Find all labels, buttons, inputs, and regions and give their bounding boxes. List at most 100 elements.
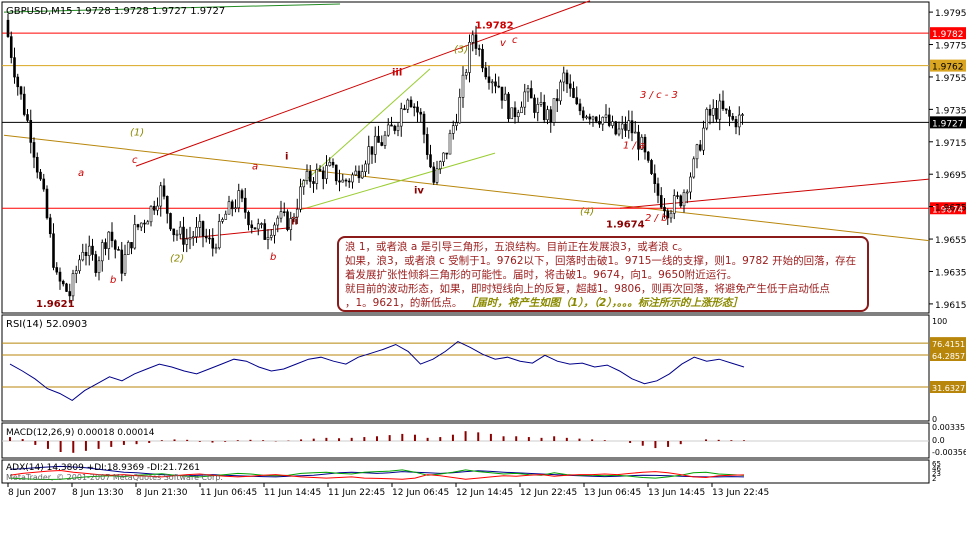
candle-body [13,57,16,78]
candle-body [117,249,120,251]
price-tick-label: 1.9695 [935,171,966,181]
wave-c-label-1: c [132,155,138,166]
note-line-5: ，1。9621，的新低点。 ［届时，将产生如图（1），（2），。。。标注所示的上… [345,296,861,310]
candle-body [419,111,423,115]
candle-body [503,93,507,101]
candle-body [403,108,406,111]
candle-body [448,133,452,155]
candle-body [35,156,39,173]
candle-body [487,76,491,83]
candle-body [22,93,26,115]
candle-body [243,197,247,213]
candle-body [321,170,325,180]
candle-body [42,178,46,190]
candle-body [253,227,257,230]
candle-body [659,195,663,208]
candle-body [611,121,614,126]
candle-body [455,122,458,126]
candle-body [406,99,410,110]
candle-body [325,165,328,180]
time-tick-label: 11 Jun 22:45 [328,488,385,498]
candle-body [383,134,387,146]
candle-body [364,163,367,173]
candle-body [594,116,598,122]
candle-body [565,72,569,85]
candle-body [126,242,130,255]
candle-body [201,221,205,237]
candle-body [464,72,468,76]
candle-body [572,87,575,98]
candle-body [685,191,689,194]
candle-body [598,121,601,125]
candle-body [91,245,94,255]
candle-body [312,181,315,184]
candle-body [711,107,715,116]
rsi-tick-label: 76.4151 [932,340,965,349]
candle-body [182,226,185,245]
time-tick-label: 8 Jun 2007 [8,488,56,498]
candle-body [461,74,465,98]
candle-body [396,125,400,131]
macd-tick-label: 0.00335 [932,423,965,432]
candle-body [555,98,559,102]
copyright-text: MetaTrader, © 2001-2007 MetaQuotes Softw… [6,473,223,482]
candle-body [698,144,702,151]
candle-body [578,103,582,112]
macd-label: MACD(12,26,9) 0.00018 0.00014 [6,428,155,438]
candle-body [175,233,179,236]
low-price-label-2: 1.9674 [606,220,645,231]
candle-body [705,108,709,129]
candle-body [338,180,341,183]
note-line-1: 浪 1，或者浪 a 是引导三角形，五浪结构。目前正在发展浪3，或者浪 c。 [345,241,689,253]
candle-body [208,237,211,240]
candle-body [71,273,75,297]
wave-b-label-2: b [270,252,276,263]
candle-body [45,188,49,219]
candle-body [357,170,361,179]
wave-4-label: (4) [580,207,594,218]
candle-body [217,221,221,249]
adx-label: ADX(14) 14.3809 +DI:18.9369 -DI:21.7261 [6,463,200,473]
candle-body [279,211,283,219]
candle-body [526,88,530,93]
candle-body [682,192,686,207]
candle-body [617,128,621,135]
candle-body [133,224,137,249]
candle-body [68,291,72,297]
candle-body [302,180,306,188]
candle-body [139,222,143,228]
candle-body [435,168,439,183]
candle-body [451,125,455,134]
wave-1a-label: 1 / a [623,140,645,151]
candle-body [224,213,228,220]
candle-body [536,104,540,113]
candle-body [552,98,556,123]
candle-body [624,123,627,131]
candle-body [373,135,377,155]
candle-body [16,76,20,88]
candle-body [305,171,309,181]
candle-body [191,236,195,239]
candle-body [607,114,611,126]
candle-body [497,85,501,88]
candle-body [731,116,735,120]
price-tick-label: 1.9675 [935,204,966,214]
candle-body [263,223,267,240]
candle-body [211,237,215,249]
candle-body [679,195,683,207]
candle-body [250,224,254,228]
candle-body [29,120,33,143]
candle-body [386,124,390,136]
candle-body [425,134,429,155]
candle-body [393,125,397,131]
note-line-4: 就目前的波动形态，如果，即时短线向上的反复，超越1。9806，则再次回落，将避免… [345,283,830,295]
candle-body [308,171,312,182]
candle-body [273,224,276,236]
candle-body [52,233,55,268]
time-tick-label: 8 Jun 13:30 [72,488,124,498]
candle-body [318,169,322,172]
price-tick-label: 1.9755 [935,74,966,84]
candle-body [445,152,449,155]
chart-window: 1.9782 1.9762 1.9727 1.9674 1.9782 1.9621 1.9… [0,0,966,543]
candle-body [152,205,156,211]
